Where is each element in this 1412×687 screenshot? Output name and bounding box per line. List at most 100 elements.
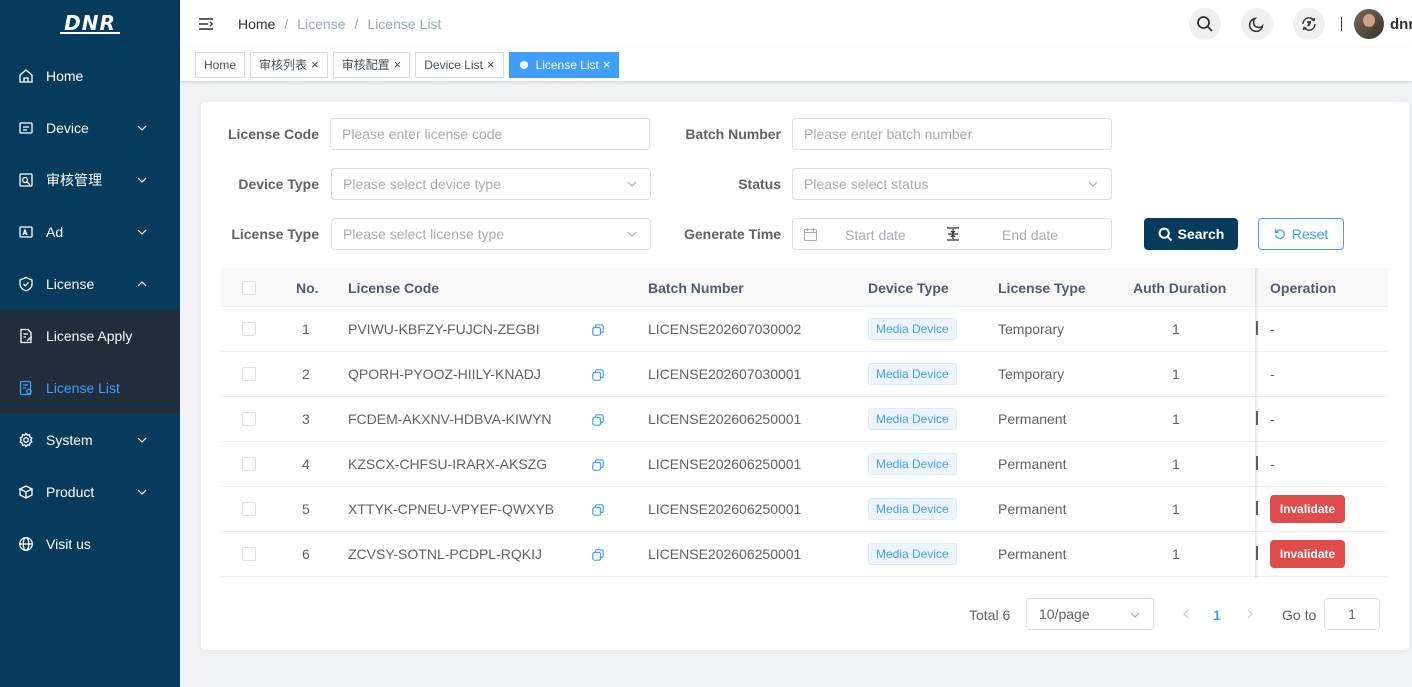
row-license-code: KZSCX-CHFSU-IRARX-AKSZG: [348, 456, 548, 472]
sidebar-item-product[interactable]: Product: [0, 466, 180, 518]
top-header: Home / License / License List dnr: [180, 0, 1412, 48]
copy-icon[interactable]: [592, 413, 604, 426]
search-button[interactable]: Search: [1144, 218, 1238, 250]
divider: [1341, 17, 1342, 31]
breadcrumb-license: License: [297, 16, 346, 32]
breadcrumb-home[interactable]: Home: [238, 16, 275, 32]
table-row: 4 KZSCX-CHFSU-IRARX-AKSZG LICENSE202606250…: [221, 442, 1388, 487]
row-checkbox[interactable]: [242, 457, 256, 471]
tag-home[interactable]: Home: [195, 51, 246, 78]
row-checkbox[interactable]: [242, 412, 256, 426]
user-name[interactable]: dnr: [1390, 16, 1412, 33]
row-license-code: ZCVSY-SOTNL-PCDPL-RQKIJ: [348, 546, 542, 562]
breadcrumb-license-list: License List: [367, 16, 442, 32]
placeholder: Please select device type: [343, 176, 501, 192]
select-all-checkbox[interactable]: [242, 281, 256, 295]
chevron-down-icon: [627, 181, 637, 187]
row-license-type: Permanent: [998, 411, 1067, 427]
row-checkbox[interactable]: [242, 322, 256, 336]
copy-icon[interactable]: [592, 458, 604, 471]
tag-label: 审核列表: [259, 58, 308, 72]
page-number-current[interactable]: 1: [1213, 607, 1221, 623]
device-type-tag: Media Device: [868, 543, 957, 565]
copy-icon[interactable]: [592, 548, 604, 561]
goto-page-input[interactable]: 1: [1324, 598, 1380, 630]
placeholder: Please select license type: [343, 226, 505, 242]
row-checkbox[interactable]: [242, 502, 256, 516]
device-type-select[interactable]: Please select device type: [331, 168, 651, 200]
batch-number-label: Batch Number: [685, 126, 781, 142]
invalidate-button[interactable]: Invalidate: [1270, 495, 1345, 523]
tag-device-list[interactable]: Device List ×: [415, 51, 504, 78]
row-checkbox[interactable]: [242, 547, 256, 561]
tag-license-list[interactable]: License List ×: [508, 51, 620, 78]
sidebar-item-license-apply[interactable]: License Apply: [0, 310, 180, 362]
sidebar-item-visit-us[interactable]: Visit us: [0, 518, 180, 570]
start-date-input[interactable]: Start date: [845, 227, 906, 243]
sidebar-item-ad[interactable]: Ad: [0, 206, 180, 258]
chevron-up-icon: [137, 281, 147, 287]
sidebar-item-audit[interactable]: 审核管理: [0, 154, 180, 206]
language-button[interactable]: [1293, 8, 1325, 40]
copy-icon[interactable]: [592, 368, 604, 381]
row-auth-duration: 1: [1172, 411, 1180, 427]
moon-icon: [1248, 17, 1264, 33]
status-select[interactable]: Please select status: [792, 168, 1112, 200]
row-license-type: Temporary: [998, 366, 1065, 382]
copy-icon[interactable]: [592, 503, 604, 516]
table-body: 1 PVIWU-KBFZY-FUJCN-ZEGBI LICENSE202607030…: [221, 307, 1388, 577]
tag-audit-config[interactable]: 审核配置 ×: [332, 51, 411, 78]
license-code-input[interactable]: Please enter license code: [330, 118, 650, 150]
next-page-icon[interactable]: [1245, 609, 1255, 619]
sidebar-item-label: System: [46, 432, 93, 448]
close-icon[interactable]: ×: [311, 57, 319, 72]
close-icon[interactable]: ×: [603, 57, 611, 72]
sidebar-item-license[interactable]: License: [0, 258, 180, 310]
row-auth-duration: 1: [1172, 501, 1180, 517]
table-row: 1 PVIWU-KBFZY-FUJCN-ZEGBI LICENSE202607030…: [221, 307, 1388, 352]
device-type-label: Device Type: [238, 176, 319, 192]
sidebar-item-device[interactable]: Device: [0, 102, 180, 154]
page-size-select[interactable]: 10/page: [1026, 598, 1154, 630]
device-type-tag: Media Device: [868, 498, 957, 520]
row-auth-duration: 1: [1172, 546, 1180, 562]
sidebar-item-label: License List: [46, 380, 120, 396]
row-auth-duration: 1: [1172, 456, 1180, 472]
license-type-label: License Type: [231, 226, 319, 242]
hamburger-icon[interactable]: [198, 16, 214, 32]
sidebar-item-system[interactable]: System: [0, 414, 180, 466]
end-date-input[interactable]: End date: [1002, 227, 1058, 243]
active-dot-icon: [519, 60, 528, 69]
search-icon: [1197, 16, 1213, 32]
calendar-icon: [804, 228, 817, 241]
device-type-tag: Media Device: [868, 453, 957, 475]
range-separator-icon: [947, 227, 959, 241]
row-batch-number: LICENSE202607030001: [648, 366, 802, 382]
generate-time-range[interactable]: Start date End date: [792, 218, 1112, 250]
avatar[interactable]: [1354, 9, 1384, 39]
close-icon[interactable]: ×: [394, 57, 402, 72]
prev-page-icon[interactable]: [1181, 609, 1191, 619]
tag-audit-list[interactable]: 审核列表 ×: [250, 51, 328, 78]
row-license-code: FCDEM-AKXNV-HDBVA-KIWYN: [348, 411, 552, 427]
row-no: 2: [302, 366, 310, 382]
pagination-total: Total 6: [969, 607, 1011, 623]
sidebar-item-license-list[interactable]: License List: [0, 362, 180, 414]
reset-button[interactable]: Reset: [1258, 218, 1344, 250]
search-button[interactable]: [1189, 8, 1221, 40]
copy-icon[interactable]: [592, 323, 604, 336]
tag-label: 审核配置: [341, 58, 390, 72]
sidebar-item-label: Visit us: [46, 536, 91, 552]
row-checkbox[interactable]: [242, 367, 256, 381]
breadcrumb-separator: /: [284, 16, 289, 32]
theme-toggle-button[interactable]: [1241, 8, 1273, 40]
ad-icon: [18, 224, 34, 240]
sidebar-item-home[interactable]: Home: [0, 50, 180, 102]
invalidate-button[interactable]: Invalidate: [1270, 540, 1345, 568]
batch-number-input[interactable]: Please enter batch number: [792, 118, 1112, 150]
row-auth-duration: 1: [1172, 321, 1180, 337]
goto-label: Go to: [1282, 607, 1317, 623]
license-type-select[interactable]: Please select license type: [331, 218, 651, 250]
logo[interactable]: DNR: [0, 0, 180, 48]
close-icon[interactable]: ×: [487, 57, 495, 72]
